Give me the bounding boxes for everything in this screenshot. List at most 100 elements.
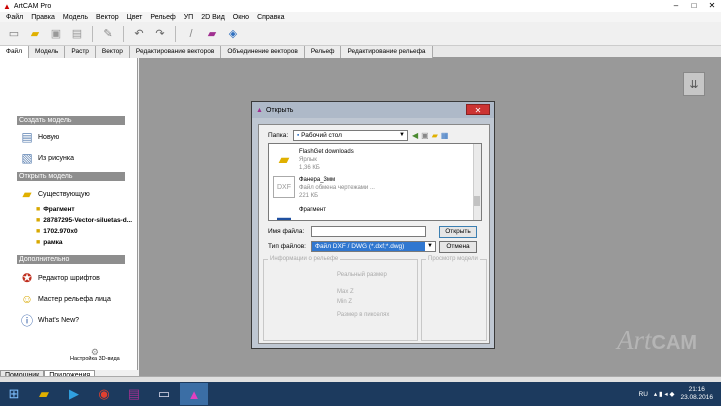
- notepad-icon[interactable]: ▭: [150, 383, 178, 405]
- tab-relief-edit[interactable]: Редактирование рельефа: [341, 46, 433, 58]
- recent-file-item[interactable]: ■ 28787295-Vector-siluetas-d...: [36, 217, 132, 224]
- relief-real-size: Реальный размер: [337, 272, 387, 278]
- folder-icon: ■: [36, 217, 41, 224]
- whats-new-button[interactable]: ⓘ What's New?: [19, 312, 79, 328]
- media-icon[interactable]: ▶: [60, 383, 88, 405]
- file-item[interactable]: ▰ FlashGet downloads Ярлык 1,36 КБ: [273, 148, 354, 172]
- menu-2d-view[interactable]: 2D Вид: [197, 14, 229, 21]
- open-file-dialog: ▲ Открыть ✕ Папка: ▪ Рабочий стол ▼ ◀ ▣ …: [251, 101, 495, 349]
- menu-help[interactable]: Справка: [253, 14, 288, 21]
- menu-vector[interactable]: Вектор: [92, 14, 123, 21]
- minimize-button[interactable]: –: [667, 0, 685, 12]
- pen-icon[interactable]: ✎: [99, 25, 117, 43]
- relief-max-z: Max Z: [337, 289, 354, 295]
- winrar-icon[interactable]: ▤: [120, 383, 148, 405]
- chevron-down-icon: ▼: [425, 242, 435, 251]
- menu-edit[interactable]: Правка: [27, 14, 59, 21]
- extra-header: Дополнительно: [17, 255, 125, 264]
- redo-icon[interactable]: ↷: [151, 25, 169, 43]
- artcam-watermark: ArtCAM: [617, 325, 698, 355]
- image-icon: ▧: [21, 151, 33, 165]
- file-list[interactable]: ▰ FlashGet downloads Ярлык 1,36 КБ DXF Фан…: [268, 143, 482, 221]
- undo-icon[interactable]: ↶: [130, 25, 148, 43]
- font-editor-button[interactable]: ✪ Редактор шрифтов: [19, 270, 100, 286]
- relief-min-z: Min Z: [337, 299, 352, 305]
- toolbar-separator: [92, 25, 93, 42]
- open-model-header: Открыть модель: [17, 172, 125, 181]
- settings-3d-icon: ⚙: [90, 347, 99, 357]
- open-button[interactable]: Открыть: [439, 226, 477, 238]
- book-icon[interactable]: ▰: [203, 25, 221, 43]
- relief-pixel-size: Размер в пикселях: [337, 312, 390, 318]
- recent-file-item[interactable]: ■ рамка: [36, 239, 63, 246]
- tray-icons[interactable]: ▴ ▮ ◂ ◆: [654, 390, 675, 398]
- new-model-button[interactable]: ▤ Новую: [19, 129, 59, 145]
- assistant-panel: Создать модель ▤ Новую ▧ Из рисунка Откр…: [0, 58, 138, 370]
- folder-icon: ■: [36, 228, 41, 235]
- face-relief-wizard-button[interactable]: ☺ Мастер рельефа лица: [19, 291, 111, 307]
- toolbar-separator: [123, 25, 124, 42]
- dialog-body: Папка: ▪ Рабочий стол ▼ ◀ ▣ ▰ ▦ ▰ FlashG…: [258, 124, 490, 344]
- filename-label: Имя файла:: [268, 228, 305, 235]
- view-menu-icon[interactable]: ▦: [441, 131, 449, 140]
- menu-window[interactable]: Окно: [229, 14, 253, 21]
- scrollbar-thumb[interactable]: [474, 196, 480, 206]
- artcam-icon[interactable]: ▲: [180, 383, 208, 405]
- language-indicator[interactable]: RU: [639, 391, 648, 398]
- menu-file[interactable]: Файл: [2, 14, 27, 21]
- file-item[interactable]: ▬ Фрагмент: [273, 206, 326, 221]
- up-folder-icon[interactable]: ▣: [421, 131, 429, 140]
- tab-vector-combine[interactable]: Объединение векторов: [221, 46, 305, 58]
- create-model-header: Создать модель: [17, 116, 125, 125]
- start-icon[interactable]: ⊞: [0, 383, 28, 405]
- close-button[interactable]: ✕: [703, 0, 721, 12]
- tab-vector-edit[interactable]: Редактирование векторов: [129, 46, 222, 58]
- file-list-scrollbar[interactable]: [473, 144, 481, 220]
- maximize-button[interactable]: □: [685, 0, 703, 12]
- new-folder-icon[interactable]: ▰: [432, 131, 438, 140]
- dialog-close-button[interactable]: ✕: [466, 104, 490, 115]
- layers-icon[interactable]: ◈: [224, 25, 242, 43]
- folder-icon: ■: [36, 239, 41, 246]
- view-settings-button[interactable]: ⚙ Настройка 3D-вида: [70, 347, 120, 363]
- folder-select[interactable]: ▪ Рабочий стол ▼: [293, 130, 408, 141]
- menu-color[interactable]: Цвет: [123, 14, 147, 21]
- double-chevron-down-icon: ⇊: [689, 78, 699, 91]
- filetype-select[interactable]: Файл DXF / DWG (*.dxf;*.dwg) ▼: [311, 241, 436, 252]
- brush-icon[interactable]: /: [182, 25, 200, 43]
- tab-relief[interactable]: Рельеф: [304, 46, 342, 58]
- app-logo-icon: ▲: [3, 1, 11, 11]
- recent-file-item[interactable]: ■ 1702.970x0: [36, 228, 78, 235]
- filetype-label: Тип файлов:: [268, 243, 306, 250]
- tab-vector[interactable]: Вектор: [95, 46, 130, 58]
- artcam-small-icon: ▲: [256, 106, 263, 114]
- cancel-button[interactable]: Отмена: [439, 241, 477, 253]
- tab-raster[interactable]: Растр: [65, 46, 96, 58]
- open-existing-button[interactable]: ▰ Существующую: [19, 186, 89, 202]
- clock[interactable]: 21:16 23.08.2016: [680, 386, 713, 402]
- recent-file-item[interactable]: ■ Фрагмент: [36, 206, 75, 213]
- menu-model[interactable]: Модель: [59, 14, 92, 21]
- explorer-icon[interactable]: ▰: [30, 383, 58, 405]
- menu-relief[interactable]: Рельеф: [146, 14, 179, 21]
- from-image-button[interactable]: ▧ Из рисунка: [19, 150, 74, 166]
- system-tray: RU ▴ ▮ ◂ ◆ 21:16 23.08.2016: [639, 382, 721, 406]
- preview-group: Просмотр модели: [421, 256, 487, 341]
- new-file-icon[interactable]: ▭: [5, 25, 23, 43]
- open-folder-icon[interactable]: ▰: [26, 25, 44, 43]
- expand-panel-button[interactable]: ⇊: [683, 72, 705, 96]
- folder-nav-icons: ◀ ▣ ▰ ▦: [412, 131, 448, 140]
- back-icon[interactable]: ◀: [412, 131, 418, 140]
- menu-toolpath[interactable]: УП: [180, 14, 197, 21]
- print-icon[interactable]: ▤: [68, 25, 86, 43]
- relief-info-group: Информации о рельефе Реальный размер Max…: [263, 256, 418, 341]
- artcam-file-icon: ▬: [277, 209, 291, 221]
- relief-info-title: Информации о рельефе: [268, 256, 341, 262]
- tab-model[interactable]: Модель: [28, 46, 66, 58]
- tab-file[interactable]: Файл: [0, 46, 29, 58]
- file-item[interactable]: DXF Фанера_3мм Файл обмена чертежами ... 2…: [273, 176, 375, 200]
- save-icon[interactable]: ▣: [47, 25, 65, 43]
- chrome-icon[interactable]: ◉: [90, 383, 118, 405]
- folder-label: Папка:: [268, 132, 289, 139]
- filename-input[interactable]: [311, 226, 426, 237]
